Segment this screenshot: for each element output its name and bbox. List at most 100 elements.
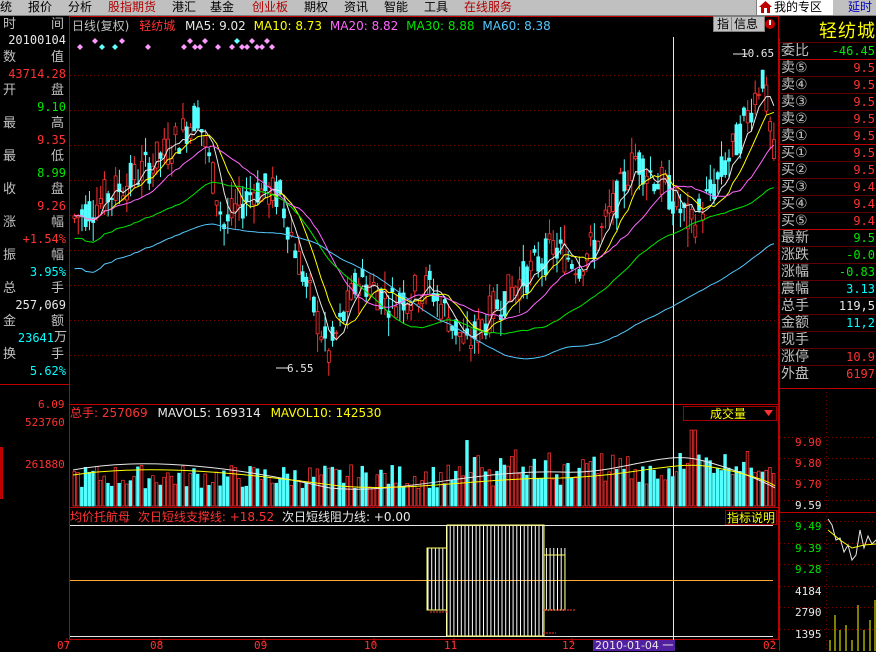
quote-key: 震幅 (781, 281, 809, 297)
volume-bar (532, 458, 537, 507)
volume-bar (461, 475, 465, 507)
quote-row-18: 涨停 10.9 (779, 348, 876, 366)
volume-bar (757, 470, 761, 507)
candle-body (633, 156, 638, 160)
bell-icon[interactable] (764, 18, 776, 30)
volume-bar (742, 461, 746, 507)
volume-bar (659, 475, 664, 507)
candle-body (405, 304, 410, 314)
candle-body (547, 233, 552, 241)
candle-body (719, 156, 724, 177)
volume-bar (708, 460, 712, 507)
quote-key: 涨跌 (781, 247, 809, 263)
candle-body (622, 171, 627, 192)
quote-key: 卖② (781, 111, 808, 127)
volume-bar (308, 467, 312, 507)
candle-body (603, 209, 608, 217)
candle-body (588, 232, 593, 238)
quote-value: 11,2 (846, 316, 875, 330)
candle-body (210, 162, 215, 194)
volume-bar (693, 429, 697, 507)
quote-row-3: 卖③ 9.5 (779, 93, 876, 111)
candle-body (143, 151, 148, 156)
quote-row-13: 涨幅 -0.83 (779, 263, 876, 281)
mini-axis-label-6: 9.28 (795, 563, 822, 576)
volume-bar (506, 465, 510, 507)
period-label[interactable]: 日线(复权) (72, 19, 129, 33)
candle-body (671, 201, 675, 214)
volume-bar (558, 484, 563, 507)
volume-bar (110, 485, 114, 507)
candle-body (577, 269, 582, 279)
x-axis-label-2: 09 (254, 639, 268, 652)
volume-bar (656, 478, 660, 507)
x-axis-label-4: 11 (444, 639, 458, 652)
candle-body (768, 121, 773, 132)
volume-bar (106, 482, 110, 507)
candle-body (263, 173, 268, 192)
candle-body (730, 133, 735, 142)
candle-body (685, 203, 690, 230)
candle-body (192, 105, 197, 132)
volume-bar (457, 466, 462, 507)
candle-body (244, 191, 249, 202)
candle-body (439, 303, 443, 320)
quote-value: 9.5 (853, 129, 875, 143)
quote-key: 最新 (781, 230, 809, 246)
mavol5-label: MAVOL5: 169314 (157, 406, 261, 420)
volume-bar (678, 452, 682, 507)
volume-bar (315, 468, 320, 507)
candle-body (214, 200, 219, 206)
candle-body (233, 203, 238, 213)
support-line-label: 次日短线支撑线: +18.52 (137, 510, 275, 524)
mini-axis-label-7: 4184 (795, 585, 822, 598)
volume-bar (611, 454, 615, 507)
candle-body (360, 268, 365, 278)
signal-diamond (244, 44, 250, 50)
indicator-select[interactable]: 成交量 (683, 406, 777, 421)
volume-bar (588, 461, 593, 507)
x-axis-label-6: 02 (763, 639, 777, 652)
info-button[interactable]: 信息 (731, 16, 765, 32)
candle-body (502, 291, 507, 317)
volume-bar (128, 480, 133, 507)
volume-bar (551, 478, 555, 507)
volume-bar (749, 467, 753, 507)
volume-bar (502, 464, 507, 507)
quote-value: 6197 (846, 367, 875, 381)
volume-bar (667, 468, 671, 507)
indicator-header: 均价托航母 次日短线支撑线: +18.52 次日短线阻力线: +0.00 (70, 510, 411, 524)
mavol10-label: MAVOL10: 142530 (270, 406, 382, 420)
volume-bar (169, 475, 174, 507)
volume-bar (334, 468, 338, 507)
indicator-explain-button[interactable]: 指标说明 (725, 510, 777, 525)
volume-bar (618, 458, 623, 507)
x-axis-label-0: 07 (57, 639, 71, 652)
quote-row-8: 买③ 9.4 (779, 178, 876, 196)
quote-value: 9.5 (853, 146, 875, 160)
volume-bar (113, 467, 118, 507)
volume-bar (637, 481, 641, 507)
volume-bar (158, 484, 163, 507)
volume-bar (719, 470, 724, 507)
volume-axis-top: 523760 (25, 416, 65, 429)
candle-body (394, 306, 399, 319)
volume-bar (727, 467, 731, 507)
volume-bar (233, 467, 237, 507)
volume-bar (771, 473, 776, 507)
quote-value: 9.4 (853, 180, 875, 194)
candle-body (300, 271, 305, 282)
ma10-line (74, 111, 775, 333)
volume-bar (704, 457, 709, 507)
volume-bar (225, 476, 230, 507)
signal-diamond (187, 38, 193, 44)
volume-bar (214, 471, 219, 507)
volume-bar (199, 487, 204, 507)
volume-bar (278, 478, 282, 507)
volume-bar (562, 464, 566, 507)
volume-bar (525, 474, 529, 507)
signal-button[interactable]: 指 (713, 16, 732, 32)
candle-body (229, 198, 234, 219)
volume-bar (345, 476, 350, 507)
kline-chart[interactable] (0, 0, 876, 651)
